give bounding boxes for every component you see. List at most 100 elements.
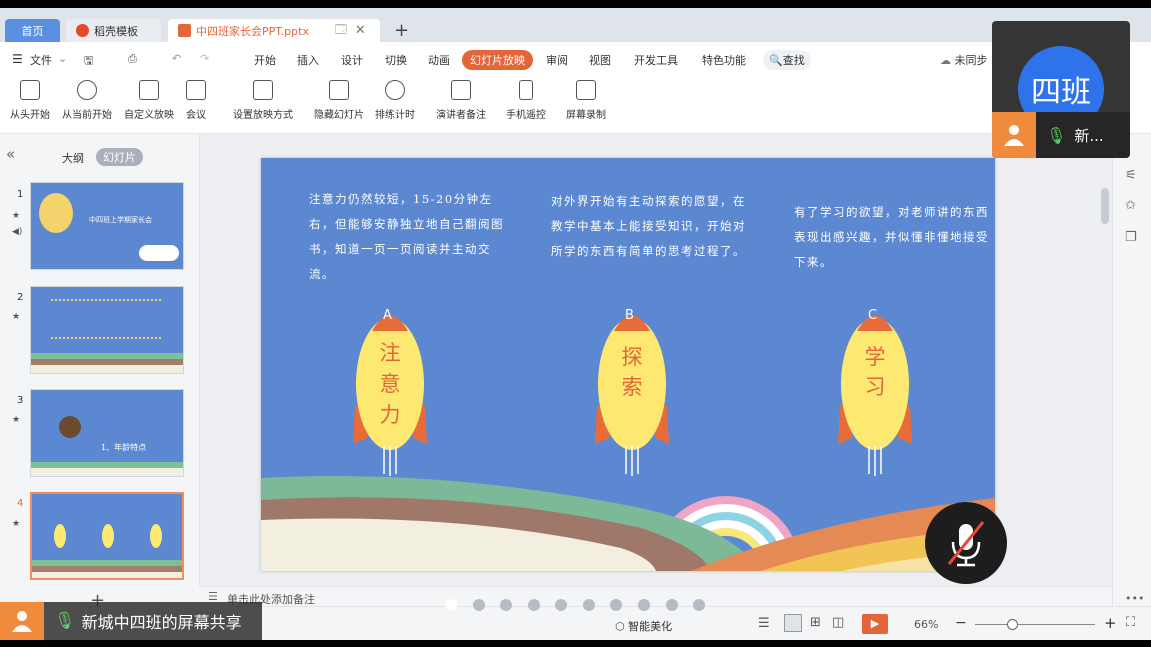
video-caption-bar: 🎙 新... xyxy=(992,112,1130,158)
menu-animation[interactable]: 动画 xyxy=(428,52,450,68)
zoom-slider[interactable] xyxy=(975,624,1095,625)
page-indicator-dot[interactable] xyxy=(555,599,567,611)
ribbon-toolbar: 从头开始 从当前开始 自定义放映 会议 设置放映方式 隐藏幻灯片 排练计时 演讲… xyxy=(0,76,1151,134)
menu-view[interactable]: 视图 xyxy=(589,52,611,68)
custom-show-button[interactable]: 自定义放映 xyxy=(124,80,174,121)
ribbon-label: 设置放映方式 xyxy=(233,110,293,121)
menu-slideshow[interactable]: 幻灯片放映 xyxy=(462,50,533,70)
menu-review[interactable]: 审阅 xyxy=(546,52,568,68)
tab-template[interactable]: 稻壳模板 xyxy=(66,19,161,42)
search-icon: 🔍 xyxy=(769,54,783,67)
tab-home[interactable]: 首页 xyxy=(5,19,60,42)
rocket-a-char: 注 xyxy=(379,341,401,365)
copy-icon[interactable]: ❐ xyxy=(1125,230,1137,245)
slide-thumbnail-2[interactable] xyxy=(30,286,184,374)
page-indicator-dot[interactable] xyxy=(528,599,540,611)
tab-file-label: 中四班家长会PPT.pptx xyxy=(196,24,309,38)
page-indicator-dot[interactable] xyxy=(693,599,705,611)
rehearse-timing-button[interactable]: 排练计时 xyxy=(375,80,415,121)
page-indicator-dot[interactable] xyxy=(500,599,512,611)
slide-thumbnail-1[interactable]: 中四班上学期家长会 xyxy=(30,182,184,270)
cloud-icon: ☁ xyxy=(940,54,951,67)
chevron-down-icon[interactable]: ⌄ xyxy=(58,52,67,65)
page-indicator-dot[interactable] xyxy=(583,599,595,611)
print-icon[interactable]: ⎙ xyxy=(128,52,137,66)
slide-thumbnail-3[interactable]: 1、年龄特点 xyxy=(30,389,184,477)
menu-insert[interactable]: 插入 xyxy=(297,52,319,68)
docer-icon xyxy=(76,24,89,37)
pin-icon[interactable]: ✩ xyxy=(1125,198,1136,213)
tab-file[interactable]: 中四班家长会PPT.pptx 🗔 ✕ xyxy=(168,19,380,42)
notes-toggle-icon[interactable]: ☰ xyxy=(758,616,770,631)
zoom-level[interactable]: 66% xyxy=(914,618,938,631)
rocket-a-word: 注 意 力 xyxy=(373,338,407,431)
adjust-icon[interactable]: ⚟ xyxy=(1125,168,1137,183)
page-indicator-dot[interactable] xyxy=(666,599,678,611)
user-avatar-icon xyxy=(992,112,1036,158)
ribbon-label: 隐藏幻灯片 xyxy=(314,110,364,121)
play-from-current-button[interactable]: 从当前开始 xyxy=(62,80,112,121)
search-label: 查找 xyxy=(782,54,805,67)
hamburger-icon[interactable]: ☰ xyxy=(12,52,23,66)
screen-record-button[interactable]: 屏幕录制 xyxy=(566,80,606,121)
phone-icon xyxy=(519,80,533,100)
video-tile[interactable]: 四班 🎙 新... xyxy=(992,21,1130,158)
hide-slide-button[interactable]: 隐藏幻灯片 xyxy=(314,80,364,121)
rocket-a-char: 意 xyxy=(379,372,401,396)
grid-view-icon[interactable]: ⊞ xyxy=(810,615,821,630)
menu-special[interactable]: 特色功能 xyxy=(702,52,746,68)
fit-window-icon[interactable]: ⛶ xyxy=(1126,615,1135,630)
menu-transition[interactable]: 切换 xyxy=(385,52,407,68)
play-slideshow-button[interactable]: ▶ xyxy=(862,614,888,634)
reading-view-icon[interactable]: ◫ xyxy=(832,615,844,630)
menu-developer[interactable]: 开发工具 xyxy=(634,52,678,68)
page-indicator-dot[interactable] xyxy=(610,599,622,611)
normal-view-icon[interactable] xyxy=(784,614,802,632)
setup-show-button[interactable]: 设置放映方式 xyxy=(233,80,293,121)
ribbon-label: 会议 xyxy=(186,110,206,121)
tab-outline[interactable]: 大纲 xyxy=(62,150,84,166)
close-tab-icon[interactable]: ✕ xyxy=(355,23,366,38)
beautify-button[interactable]: ⬡ 智能美化 xyxy=(615,618,672,634)
window-icon[interactable]: 🗔 xyxy=(335,21,347,40)
collapse-panel-icon[interactable]: « xyxy=(6,145,15,163)
play-from-start-button[interactable]: 从头开始 xyxy=(10,80,50,121)
scrollbar[interactable] xyxy=(1101,188,1109,224)
save-icon[interactable]: 🖫 xyxy=(84,52,93,71)
rocket-b-letter: B xyxy=(625,308,634,323)
more-icon[interactable]: ••• xyxy=(1125,592,1144,605)
rocket-a-char: 力 xyxy=(379,403,401,427)
page-indicator-dot[interactable] xyxy=(638,599,650,611)
menu-start[interactable]: 开始 xyxy=(254,52,276,68)
page-indicator-dot[interactable] xyxy=(473,599,485,611)
ribbon-label: 手机遥控 xyxy=(506,110,546,121)
thumb-title: 1、年龄特点 xyxy=(101,443,147,452)
slide-thumbnail-4[interactable] xyxy=(30,492,184,580)
slide-text-attention: 注意力仍然较短，15-20分钟左右，但能够安静独立地自己翻阅图书，知道一页一页阅… xyxy=(309,192,504,281)
redo-icon[interactable]: ↷ xyxy=(200,52,209,65)
page-indicator-dot[interactable] xyxy=(445,599,457,611)
undo-icon[interactable]: ↶ xyxy=(172,52,181,65)
menu-design[interactable]: 设计 xyxy=(341,52,363,68)
menu-bar: ☰ 文件 ⌄ 🖫 ⎙ ↶ ↷ 开始 插入 设计 切换 动画 幻灯片放映 审阅 视… xyxy=(0,42,1151,76)
moon-illustration xyxy=(39,193,73,233)
right-toolbar: ⚟ ✩ ❐ ••• xyxy=(1101,134,1151,606)
phone-remote-button[interactable]: 手机遥控 xyxy=(506,80,546,121)
zoom-out-button[interactable]: − xyxy=(955,615,967,631)
slide[interactable]: 注意力仍然较短，15-20分钟左右，但能够安静独立地自己翻阅图书，知道一页一页阅… xyxy=(261,158,995,571)
tab-slides[interactable]: 幻灯片 xyxy=(96,148,143,166)
presenter-notes-button[interactable]: 演讲者备注 xyxy=(436,80,486,121)
search-button[interactable]: 🔍查找 xyxy=(763,50,811,70)
stopwatch-icon xyxy=(385,80,405,100)
zoom-slider-knob[interactable] xyxy=(1007,619,1018,630)
mic-muted-button[interactable] xyxy=(925,502,1007,584)
new-tab-button[interactable]: + xyxy=(394,20,409,41)
notes-area[interactable]: ☰ 单击此处添加备注 xyxy=(200,586,1112,606)
sound-icon: ◀) xyxy=(12,227,23,237)
ribbon-label: 从头开始 xyxy=(10,110,50,121)
meeting-button[interactable]: 会议 xyxy=(186,80,206,121)
rocket-a-letter: A xyxy=(383,308,392,323)
menu-file[interactable]: 文件 xyxy=(30,52,52,68)
sync-status[interactable]: ☁ 未同步 xyxy=(940,52,988,68)
zoom-in-button[interactable]: + xyxy=(1104,614,1117,632)
